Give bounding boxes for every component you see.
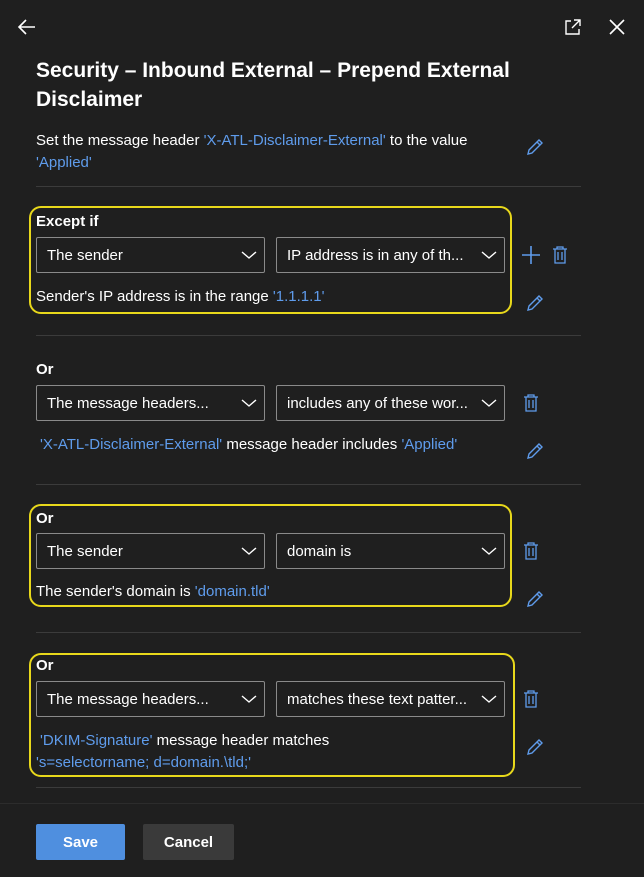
chevron-down-icon (234, 681, 264, 717)
condition-predicate-dropdown[interactable]: IP address is in any of th... (276, 237, 505, 273)
divider (36, 787, 581, 788)
page-title: Security – Inbound External – Prepend Ex… (36, 59, 510, 111)
condition-predicate-dropdown[interactable]: matches these text patter... (276, 681, 505, 717)
condition-summary: The sender's domain is 'domain.tld' (36, 581, 496, 603)
condition-label: Or (36, 510, 54, 527)
condition-label: Or (36, 657, 54, 674)
chevron-down-icon (474, 681, 504, 717)
summary-prefix: The sender's domain is (36, 583, 195, 600)
divider (36, 186, 581, 187)
delete-condition-button[interactable] (548, 243, 572, 267)
close-icon (609, 19, 625, 35)
pop-out-button[interactable] (560, 14, 586, 40)
delete-condition-button[interactable] (519, 687, 543, 711)
close-button[interactable] (604, 14, 630, 40)
summary-value[interactable]: 'Applied' (401, 436, 457, 453)
add-condition-button[interactable] (519, 243, 543, 267)
condition-summary: Sender's IP address is in the range '1.1… (36, 286, 496, 308)
pop-out-icon (565, 19, 581, 35)
condition-predicate-dropdown[interactable]: domain is (276, 533, 505, 569)
dropdown-value: The message headers... (47, 394, 209, 412)
dropdown-value: domain is (287, 542, 352, 560)
divider (36, 335, 581, 336)
dropdown-value: The sender (47, 542, 123, 560)
action-prefix: Set the message header (36, 132, 204, 149)
summary-value[interactable]: '1.1.1.1' (273, 288, 325, 305)
summary-value[interactable]: 'DKIM-Signature' (40, 732, 152, 749)
edit-icon (527, 443, 543, 459)
edit-icon (527, 295, 543, 311)
action-summary: Set the message header 'X-ATL-Disclaimer… (36, 130, 506, 174)
action-value[interactable]: 'Applied' (36, 154, 92, 171)
summary-prefix: Sender's IP address is in the range (36, 288, 273, 305)
add-icon (522, 246, 540, 264)
delete-condition-button[interactable] (519, 391, 543, 415)
edit-action-button[interactable] (522, 134, 548, 160)
summary-middle: message header matches (152, 732, 330, 749)
dropdown-value: IP address is in any of th... (287, 246, 464, 264)
edit-icon (527, 739, 543, 755)
dropdown-value: matches these text patter... (287, 690, 468, 708)
back-button[interactable] (14, 14, 40, 40)
chevron-down-icon (234, 385, 264, 421)
delete-condition-button[interactable] (519, 539, 543, 563)
edit-condition-button[interactable] (522, 734, 548, 760)
condition-label: Or (36, 361, 54, 378)
chevron-down-icon (474, 533, 504, 569)
delete-icon (524, 542, 538, 560)
delete-icon (524, 690, 538, 708)
action-header-name[interactable]: 'X-ATL-Disclaimer-External' (204, 132, 386, 149)
summary-value[interactable]: 'domain.tld' (195, 583, 270, 600)
condition-summary: 'DKIM-Signature' message header matches '… (36, 730, 506, 774)
summary-value[interactable]: 'X-ATL-Disclaimer-External' (40, 436, 222, 453)
condition-summary: 'X-ATL-Disclaimer-External' message head… (40, 434, 510, 456)
save-button[interactable]: Save (36, 824, 125, 860)
chevron-down-icon (234, 533, 264, 569)
edit-condition-button[interactable] (522, 586, 548, 612)
edit-icon (527, 591, 543, 607)
divider (36, 632, 581, 633)
dropdown-value: The sender (47, 246, 123, 264)
condition-subject-dropdown[interactable]: The message headers... (36, 681, 265, 717)
condition-label: Except if (36, 213, 99, 230)
cancel-button[interactable]: Cancel (143, 824, 234, 860)
condition-subject-dropdown[interactable]: The message headers... (36, 385, 265, 421)
chevron-down-icon (474, 237, 504, 273)
edit-condition-button[interactable] (522, 438, 548, 464)
edit-condition-button[interactable] (522, 290, 548, 316)
condition-predicate-dropdown[interactable]: includes any of these wor... (276, 385, 505, 421)
divider (36, 484, 581, 485)
summary-middle: message header includes (222, 436, 402, 453)
action-middle: to the value (385, 132, 468, 149)
condition-subject-dropdown[interactable]: The sender (36, 237, 265, 273)
back-arrow-icon (17, 19, 35, 35)
condition-subject-dropdown[interactable]: The sender (36, 533, 265, 569)
delete-icon (553, 246, 567, 264)
chevron-down-icon (234, 237, 264, 273)
summary-value[interactable]: 's=selectorname; d=domain.\tld;' (36, 754, 251, 771)
footer: Save Cancel (0, 803, 644, 877)
delete-icon (524, 394, 538, 412)
dropdown-value: includes any of these wor... (287, 394, 468, 412)
chevron-down-icon (474, 385, 504, 421)
edit-icon (527, 139, 543, 155)
dropdown-value: The message headers... (47, 690, 209, 708)
